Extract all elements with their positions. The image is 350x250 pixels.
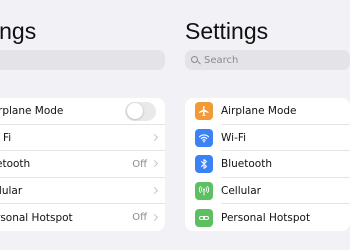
settings-row-airplane-mode[interactable]: Airplane Mode (185, 98, 350, 125)
search-icon (191, 55, 200, 65)
airplane-icon (195, 102, 213, 121)
row-label: Wi-Fi (221, 131, 247, 144)
settings-row-personal-hotspot[interactable]: Personal Hotspot (185, 204, 350, 231)
search-input[interactable] (0, 50, 165, 70)
row-label: Fi (3, 131, 12, 144)
row-label: llular (0, 185, 23, 198)
row-label: Bluetooth (221, 158, 272, 171)
settings-row-cellular[interactable]: Cellular (185, 178, 350, 205)
chevron-right-icon (150, 160, 159, 168)
airplane-mode-toggle[interactable] (125, 101, 156, 121)
chevron-right-icon (150, 133, 159, 141)
settings-list: rplane Mode Fi etooth Off llular rsonal … (0, 98, 165, 231)
row-label: Personal Hotspot (221, 211, 311, 224)
settings-row-personal-hotspot[interactable]: rsonal Hotspot Off (0, 204, 165, 231)
page-title: Settings (185, 18, 269, 44)
row-value: Off (132, 212, 147, 224)
settings-list: Airplane Mode Wi-Fi Bluetooth Cellular P… (185, 98, 350, 231)
search-placeholder: Search (204, 54, 239, 66)
settings-row-wifi[interactable]: Fi (0, 125, 165, 152)
page-title: ings (0, 18, 37, 44)
row-label: Cellular (221, 185, 261, 198)
settings-row-airplane-mode[interactable]: rplane Mode (0, 98, 165, 125)
settings-row-bluetooth[interactable]: Bluetooth (185, 151, 350, 178)
search-input[interactable]: Search (185, 50, 350, 70)
row-label: rsonal Hotspot (0, 211, 73, 224)
bluetooth-icon (195, 155, 213, 174)
row-label: etooth (0, 158, 31, 171)
settings-row-bluetooth[interactable]: etooth Off (0, 151, 165, 178)
settings-row-cellular[interactable]: llular (0, 178, 165, 205)
wifi-icon (195, 128, 213, 147)
row-label: Airplane Mode (221, 105, 297, 118)
settings-row-wifi[interactable]: Wi-Fi (185, 125, 350, 152)
toggle-knob (126, 103, 143, 119)
row-label: rplane Mode (0, 105, 64, 118)
chevron-right-icon (150, 187, 159, 195)
chevron-right-icon (150, 213, 159, 221)
cellular-icon (195, 182, 213, 201)
row-value: Off (132, 158, 147, 170)
hotspot-icon (195, 208, 213, 227)
